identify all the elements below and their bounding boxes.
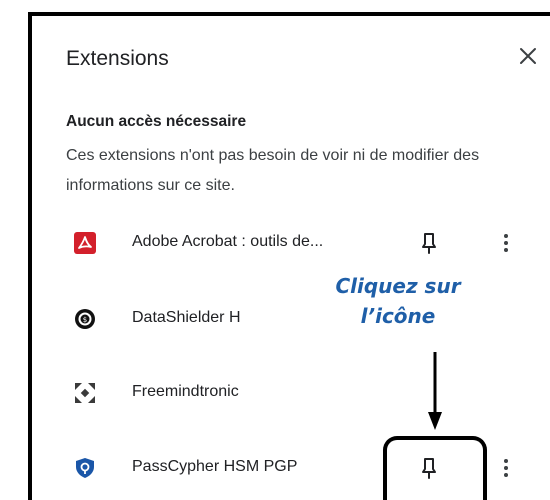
panel-title: Extensions	[66, 47, 169, 70]
section-description: Ces extensions n'ont pas besoin de voir …	[66, 147, 480, 194]
pin-icon[interactable]	[415, 229, 443, 257]
freemindtronic-icon	[75, 383, 95, 403]
extension-name: Freemindtronic	[132, 383, 239, 400]
annotation-callout: Cliquez sur l’icône	[318, 271, 478, 331]
close-icon[interactable]	[516, 44, 540, 68]
adobe-acrobat-icon	[74, 232, 96, 254]
passcypher-icon	[76, 458, 94, 478]
extension-name: PassCypher HSM PGP	[132, 458, 298, 475]
datashielder-icon: $	[75, 309, 95, 329]
extension-name: Adobe Acrobat : outils de...	[132, 233, 324, 250]
more-options-icon[interactable]	[496, 229, 516, 257]
annotation-line-1: Cliquez sur	[335, 274, 461, 298]
pin-highlight-box	[383, 436, 487, 500]
svg-text:$: $	[83, 316, 87, 324]
extension-row-adobe-acrobat[interactable]: Adobe Acrobat : outils de...	[66, 222, 536, 262]
more-options-icon[interactable]	[496, 454, 516, 482]
extension-name: DataShielder H	[132, 309, 241, 326]
annotation-arrow-icon	[428, 352, 442, 430]
annotation-line-2: l’icône	[360, 304, 436, 328]
extension-row-freemindtronic[interactable]: Freemindtronic	[66, 372, 536, 412]
section-heading: Aucun accès nécessaire	[66, 113, 247, 130]
